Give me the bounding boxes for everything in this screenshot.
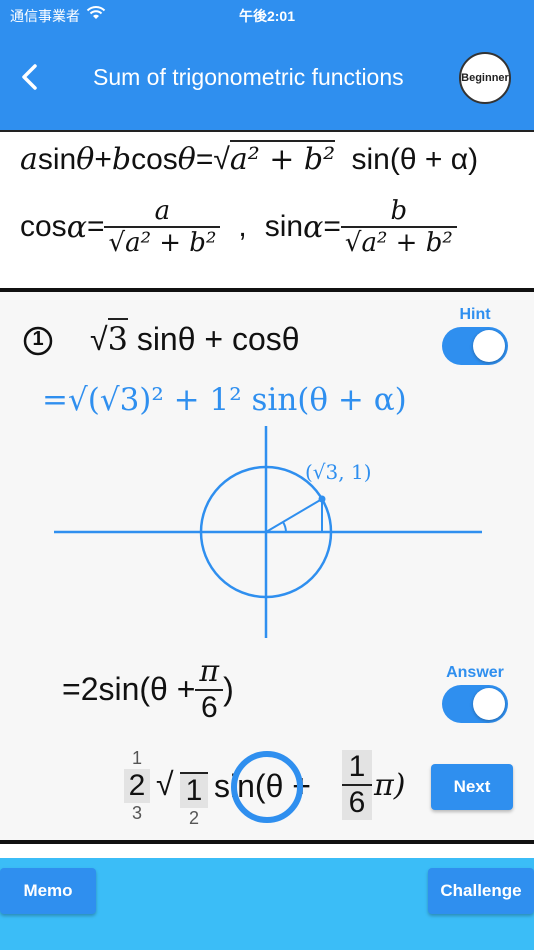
sin-alpha-label: sin [264,210,304,243]
sqrt-sign: √ [90,321,108,357]
sin-alpha-fraction: b √a² + b² [340,196,457,258]
plus-sign: + [94,143,112,176]
back-arrow-icon[interactable] [14,60,48,94]
bottom-bar: Memo Challenge [0,858,534,950]
identity-formula: asinθ+bcosθ=√a² + b² sin(θ + α) [20,140,479,177]
hint-label: Hint [459,306,491,323]
alpha: α [66,209,87,245]
fraction-numerator: 1 [342,750,372,784]
sqrt-sign: √ [156,766,174,802]
comma: , [238,210,247,243]
theta: θ [177,142,196,177]
cos-alpha-label: cos [20,210,67,243]
theta: θ [76,142,95,177]
equals-sign: = [86,210,105,243]
alpha-definitions: cos α = a √a² + b² , sin α = b √a² + b² [20,196,457,258]
alpha: α [303,209,324,245]
memo-button[interactable]: Memo [0,868,96,914]
app-bar: Sum of trigonometric functions Beginner [0,30,534,130]
toggle-knob [473,688,505,720]
problem-number: 1 [32,328,44,350]
clock: 午後2:01 [238,8,296,24]
sqrt-value: 3 [107,318,128,358]
sqrt-sign: √ [213,143,230,176]
expression-rest: sinθ + cosθ [136,321,300,357]
fraction-numerator: a [154,196,171,226]
digit-picker-coefficient[interactable]: 1 2 3 [124,748,150,824]
var-b: b [111,142,132,177]
problem-expression: √3 sinθ + cosθ [90,318,300,358]
picker-selected: 1 [180,774,208,808]
fraction-denominator: 6 [342,784,372,820]
sin-text: sin [37,143,77,176]
sqrt-body: a² + b² [229,140,336,177]
radius-line [265,498,323,533]
fraction-denominator: √a² + b² [104,226,221,258]
cos-text: cos [131,143,178,176]
toggle-knob [473,330,505,362]
digit-picker-radicand[interactable]: 1 2 [180,772,208,829]
pi-close: π) [374,768,406,803]
point-label: (√3, 1) [305,460,372,484]
answer-label: Answer [446,664,504,681]
fraction-numerator: b [390,196,408,226]
equals-sign: = [195,143,214,176]
fraction-numerator: π [199,654,220,689]
picker-option: 2 [188,808,199,828]
var-a: a [20,142,38,177]
status-bar: 通信事業者 午後2:01 [0,0,534,30]
answer-fraction: π 6 [195,654,224,725]
answer-prefix: =2sin(θ + [62,671,196,707]
challenge-button[interactable]: Challenge [428,868,534,914]
hint-expression: =√(√3)² + 1² sin(θ + α) [42,382,407,418]
formula-panel: asinθ+bcosθ=√a² + b² sin(θ + α) cos α = a … [0,130,534,288]
digit-picker-fraction[interactable]: 1 6 [342,750,372,820]
level-badge: Beginner [459,52,511,104]
answer-expression: =2sin(θ + π 6 ) [62,654,234,725]
angle-arc [282,521,287,533]
rhs-sin: sin(θ + α) [351,143,479,176]
answer-toggle[interactable] [442,685,508,723]
picker-selected: 2 [124,769,150,803]
point-marker [318,495,326,503]
cos-alpha-fraction: a √a² + b² [104,196,221,258]
section-divider [0,840,534,844]
next-button[interactable]: Next [431,764,513,810]
fraction-denominator: 6 [195,689,224,725]
equals-sign: = [323,210,341,243]
tap-indicator-circle-icon [231,751,303,823]
page-title: Sum of trigonometric functions [93,64,404,90]
picker-option: 3 [131,803,142,823]
unit-circle-diagram [54,426,482,638]
picker-option: 1 [131,748,142,768]
answer-close: ) [223,671,234,707]
fraction-denominator: √a² + b² [340,226,457,258]
hint-toggle[interactable] [442,327,508,365]
